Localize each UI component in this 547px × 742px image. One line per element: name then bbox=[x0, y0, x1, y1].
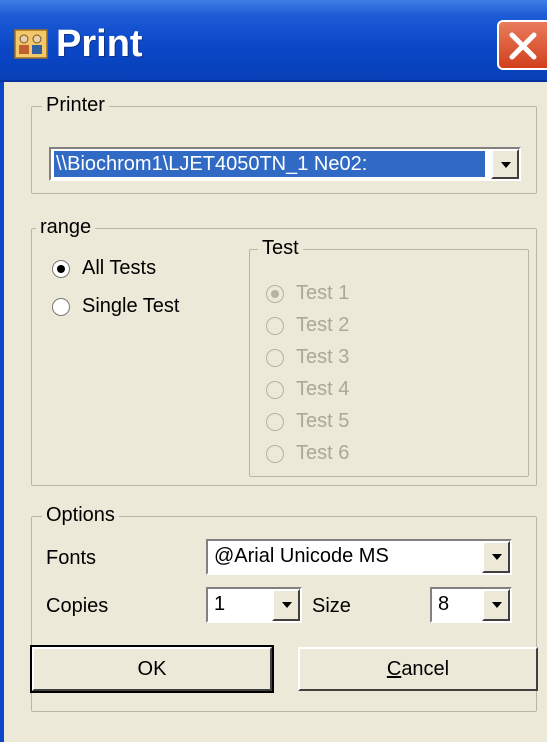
test-6-radio[interactable]: Test 6 bbox=[266, 442, 349, 465]
radio-icon bbox=[52, 297, 70, 316]
all-tests-label: All Tests bbox=[82, 257, 157, 279]
radio-icon bbox=[266, 412, 284, 431]
printer-dropdown-button[interactable] bbox=[491, 149, 519, 179]
printer-legend: Printer bbox=[42, 93, 109, 117]
test-group: Test Test 1 Test 2 Test 3 Test 4 Test 5 bbox=[249, 236, 529, 477]
test-5-radio[interactable]: Test 5 bbox=[266, 410, 349, 433]
ok-button[interactable]: OK bbox=[30, 645, 274, 693]
fonts-value: @Arial Unicode MS bbox=[214, 545, 389, 567]
size-value: 8 bbox=[438, 593, 450, 615]
close-button[interactable] bbox=[497, 20, 547, 70]
printer-selected-value: \\Biochrom1\LJET4050TN_1 Ne02: bbox=[54, 151, 485, 177]
test-4-label: Test 4 bbox=[296, 378, 350, 400]
test-4-radio[interactable]: Test 4 bbox=[266, 378, 349, 401]
single-test-radio[interactable]: Single Test bbox=[52, 295, 179, 318]
radio-icon bbox=[266, 316, 284, 335]
size-select[interactable]: 8 bbox=[430, 587, 512, 623]
options-legend: Options bbox=[42, 503, 119, 527]
printer-select[interactable]: \\Biochrom1\LJET4050TN_1 Ne02: bbox=[49, 147, 521, 181]
test-3-radio[interactable]: Test 3 bbox=[266, 346, 349, 369]
test-6-label: Test 6 bbox=[296, 442, 350, 464]
title-bar[interactable]: Print bbox=[0, 0, 547, 82]
chevron-down-icon bbox=[501, 162, 511, 168]
printer-group: Printer \\Biochrom1\LJET4050TN_1 Ne02: bbox=[31, 93, 537, 194]
window-title: Print bbox=[56, 23, 143, 65]
test-1-label: Test 1 bbox=[296, 282, 350, 304]
test-1-radio[interactable]: Test 1 bbox=[266, 282, 349, 305]
test-3-label: Test 3 bbox=[296, 346, 350, 368]
printer-people-icon bbox=[14, 29, 48, 59]
test-5-label: Test 5 bbox=[296, 410, 350, 432]
single-test-label: Single Test bbox=[82, 295, 180, 317]
test-legend: Test bbox=[258, 236, 303, 260]
size-dropdown-button[interactable] bbox=[482, 589, 510, 621]
radio-icon bbox=[266, 348, 284, 367]
copies-value: 1 bbox=[214, 593, 226, 615]
range-legend: range bbox=[36, 215, 96, 239]
test-2-radio[interactable]: Test 2 bbox=[266, 314, 349, 337]
test-2-label: Test 2 bbox=[296, 314, 350, 336]
dialog-body: Printer \\Biochrom1\LJET4050TN_1 Ne02: r… bbox=[0, 82, 547, 742]
radio-icon bbox=[266, 444, 284, 463]
radio-icon bbox=[266, 284, 284, 303]
chevron-down-icon bbox=[282, 602, 292, 608]
size-label: Size bbox=[312, 595, 351, 617]
close-icon bbox=[509, 32, 537, 60]
radio-icon bbox=[52, 259, 70, 278]
copies-dropdown-button[interactable] bbox=[272, 589, 300, 621]
chevron-down-icon bbox=[492, 554, 502, 560]
chevron-down-icon bbox=[492, 602, 502, 608]
copies-select[interactable]: 1 bbox=[206, 587, 302, 623]
copies-label: Copies bbox=[46, 595, 109, 617]
range-group: range All Tests Single Test Test Test 1 … bbox=[31, 215, 537, 486]
options-group: Options Fonts @Arial Unicode MS Copies 1… bbox=[30, 503, 538, 712]
cancel-button[interactable]: Cancel bbox=[298, 647, 538, 691]
fonts-label: Fonts bbox=[46, 547, 97, 569]
fonts-dropdown-button[interactable] bbox=[482, 541, 510, 573]
all-tests-radio[interactable]: All Tests bbox=[52, 257, 156, 280]
radio-icon bbox=[266, 380, 284, 399]
fonts-select[interactable]: @Arial Unicode MS bbox=[206, 539, 512, 575]
